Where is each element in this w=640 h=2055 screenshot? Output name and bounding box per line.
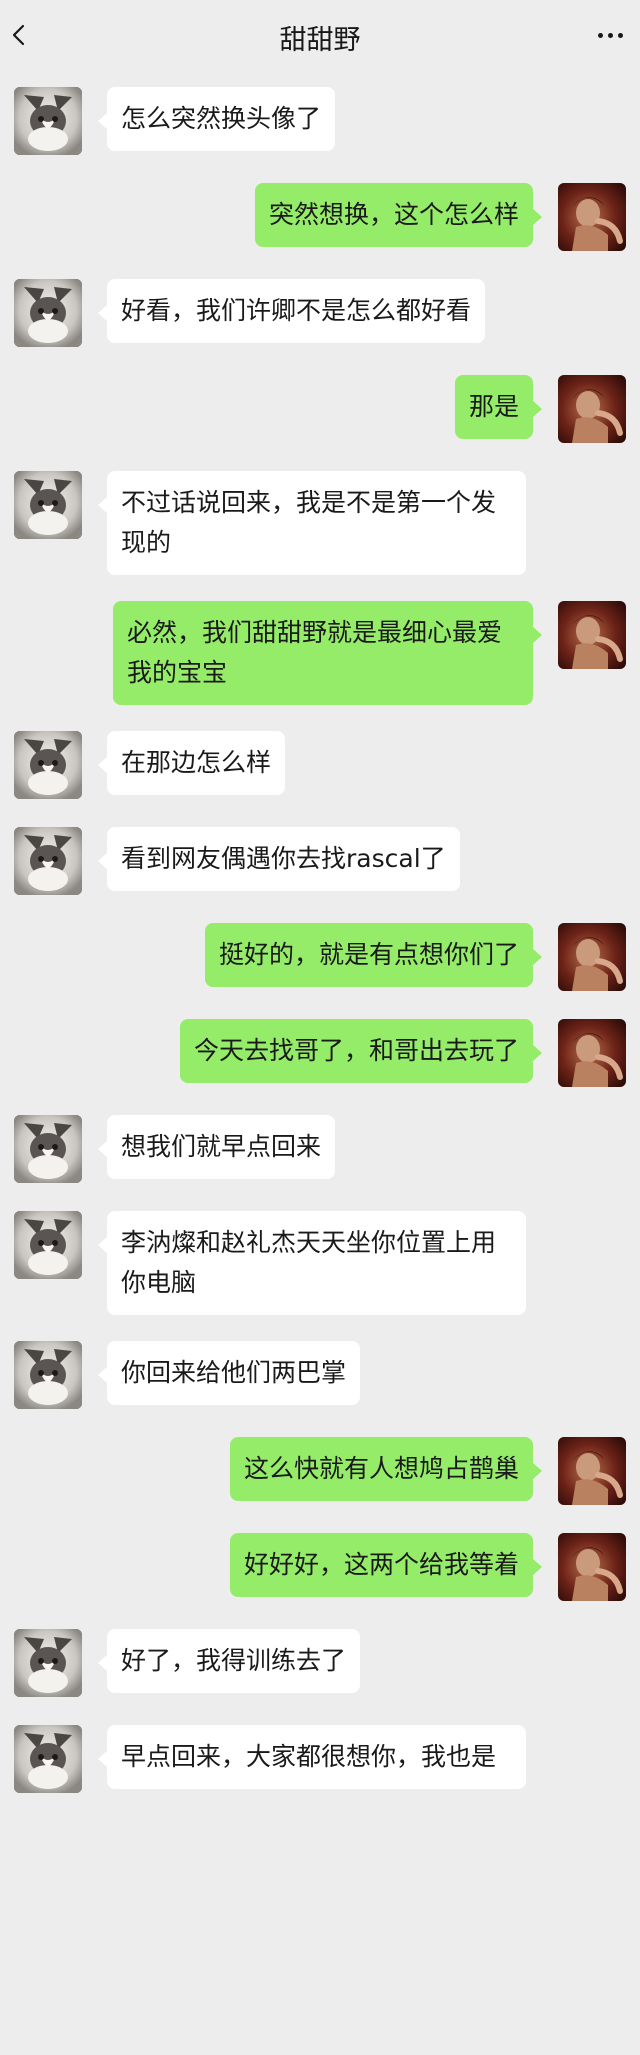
contact-avatar[interactable] xyxy=(14,87,82,155)
self-avatar[interactable] xyxy=(558,1437,626,1505)
message-bubble[interactable]: 挺好的，就是有点想你们了 xyxy=(204,923,543,987)
contact-avatar[interactable] xyxy=(14,1115,82,1183)
contact-avatar[interactable] xyxy=(14,1725,82,1793)
message-bubble[interactable]: 好看，我们许卿不是怎么都好看 xyxy=(97,279,486,343)
message-bubble[interactable]: 李汭燦和赵礼杰天天坐你位置上用你电脑 xyxy=(98,1211,526,1315)
self-avatar[interactable] xyxy=(558,183,626,251)
message-bubble[interactable]: 好了，我得训练去了 xyxy=(97,1629,361,1693)
contact-avatar[interactable] xyxy=(14,1629,82,1697)
message-bubble[interactable]: 在那边怎么样 xyxy=(97,731,286,795)
message-bubble[interactable]: 好好好，这两个给我等着 xyxy=(229,1533,543,1597)
top-bar: 甜甜野 xyxy=(0,0,640,70)
contact-avatar[interactable] xyxy=(14,1211,82,1279)
message-bubble[interactable]: 必然，我们甜甜野就是最细心最爱我的宝宝 xyxy=(113,601,542,705)
message-bubble[interactable]: 不过话说回来，我是不是第一个发现的 xyxy=(98,471,526,575)
more-dots-icon[interactable] xyxy=(596,30,626,42)
message-bubble[interactable]: 这么快就有人想鸠占鹊巢 xyxy=(229,1437,543,1501)
contact-avatar[interactable] xyxy=(14,827,82,895)
message-bubble[interactable]: 今天去找哥了，和哥出去玩了 xyxy=(179,1019,543,1083)
self-avatar[interactable] xyxy=(558,601,626,669)
contact-avatar[interactable] xyxy=(14,471,82,539)
chat-title: 甜甜野 xyxy=(279,25,361,56)
message-bubble[interactable]: 那是 xyxy=(454,375,543,439)
message-list[interactable]: 怎么突然换头像了 突然想换，这个怎么样 好看，我们许卿不是怎么都好看 那是 不过… xyxy=(0,70,640,2055)
self-avatar[interactable] xyxy=(558,1533,626,1601)
message-bubble[interactable]: 早点回来，大家都很想你，我也是 xyxy=(98,1725,526,1789)
self-avatar[interactable] xyxy=(558,375,626,443)
message-bubble[interactable]: 想我们就早点回来 xyxy=(97,1115,336,1179)
contact-avatar[interactable] xyxy=(14,731,82,799)
message-bubble[interactable]: 突然想换，这个怎么样 xyxy=(254,183,543,247)
message-bubble[interactable]: 看到网友偶遇你去找rascal了 xyxy=(98,827,460,891)
self-avatar[interactable] xyxy=(558,1019,626,1087)
contact-avatar[interactable] xyxy=(14,1341,82,1409)
message-bubble[interactable]: 你回来给他们两巴掌 xyxy=(97,1341,361,1405)
self-avatar[interactable] xyxy=(558,923,626,991)
message-bubble[interactable]: 怎么突然换头像了 xyxy=(97,87,336,151)
contact-avatar[interactable] xyxy=(14,279,82,347)
